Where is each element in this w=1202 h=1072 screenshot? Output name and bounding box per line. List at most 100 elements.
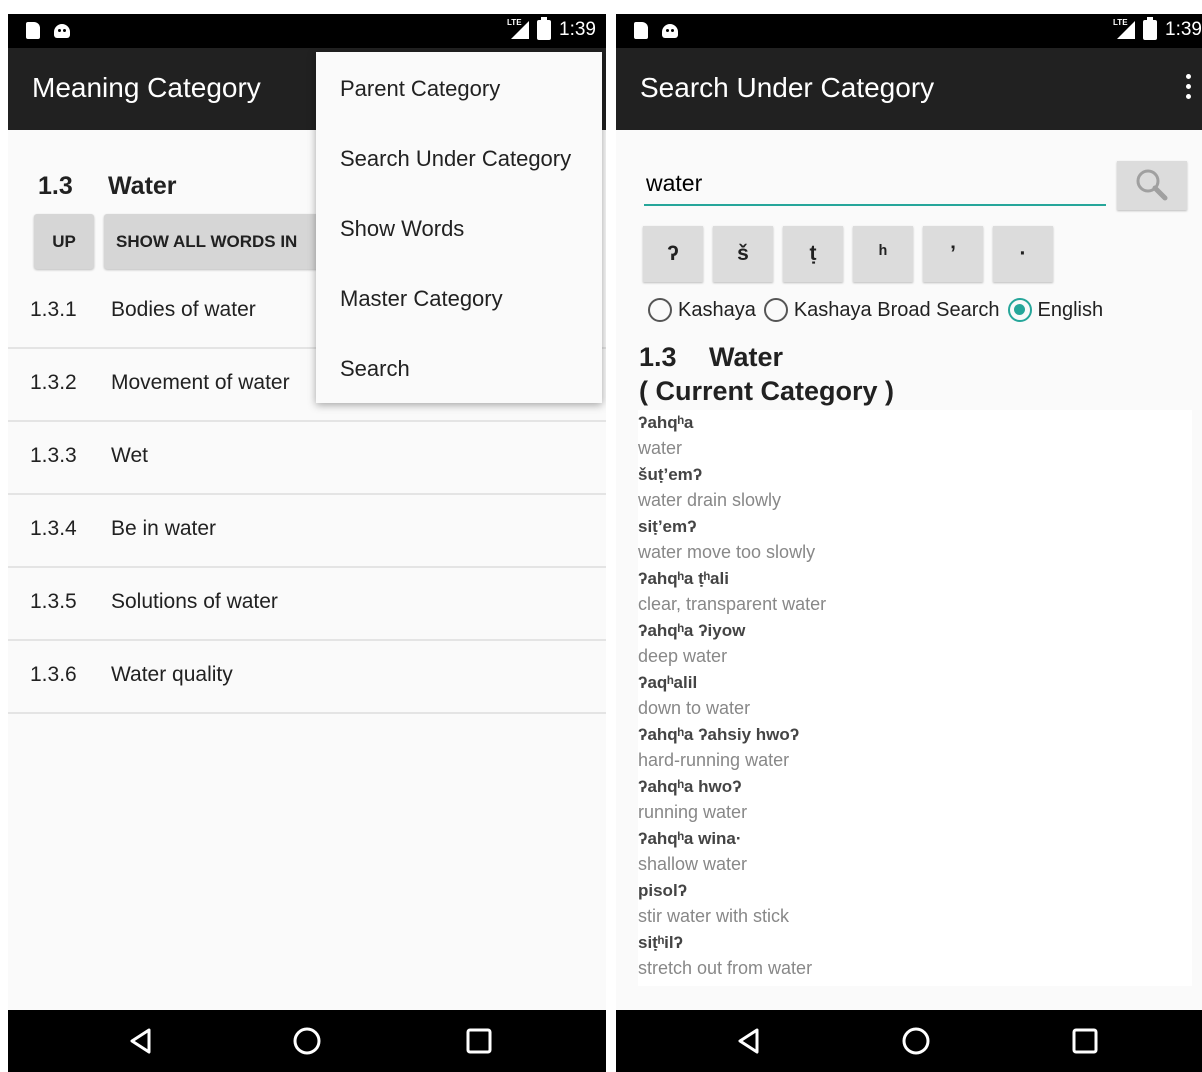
app-bar: Search Under Category: [616, 48, 1202, 130]
result-english-gloss: down to water: [638, 698, 751, 718]
result-entry[interactable]: ʔahqʰa hwoʔ running water: [638, 774, 1192, 826]
radio-label: Kashaya Broad Search: [793, 298, 1000, 321]
magnifier-icon: [1136, 169, 1168, 201]
list-item-number: 1.3.1: [30, 298, 77, 321]
result-kashaya-word: ʔahqʰa ʔahsiy hwoʔ: [638, 725, 800, 744]
back-icon[interactable]: [126, 1026, 156, 1056]
result-entry[interactable]: ʔahqʰa ʔiyow deep water: [638, 618, 1192, 670]
result-english-gloss: running water: [638, 802, 748, 822]
result-kashaya-word: ʔaqʰalil: [638, 673, 698, 692]
special-character-bar: ʔ š ṭ ʰ ’ ·: [643, 226, 1053, 282]
up-button[interactable]: UP: [34, 214, 94, 269]
category-name: Water: [709, 342, 784, 372]
menu-item-search-under-category[interactable]: Search Under Category: [316, 122, 602, 192]
result-kashaya-word: ʔahqʰa ʔiyow: [638, 621, 746, 640]
result-entry[interactable]: šuṭ’emʔ water drain slowly: [638, 462, 1192, 514]
sd-card-icon: [634, 22, 648, 39]
result-entry[interactable]: siṭʰilʔ stretch out from water: [638, 930, 1192, 982]
menu-item-show-words[interactable]: Show Words: [316, 192, 602, 262]
result-english-gloss: stretch out from water: [638, 958, 813, 978]
result-english-gloss: stir water with stick: [638, 906, 790, 926]
overflow-menu-icon[interactable]: [1182, 74, 1194, 104]
result-entry[interactable]: siṭ’emʔ water move too slowly: [638, 514, 1192, 566]
meaning-category-screen: LTE 1:39 Meaning Category 1.3 Water UP SH…: [8, 14, 606, 1072]
home-icon[interactable]: [292, 1026, 322, 1056]
category-number: 1.3: [38, 172, 73, 200]
list-item-label: Water quality: [111, 663, 233, 686]
back-icon[interactable]: [734, 1026, 764, 1056]
status-bar: LTE 1:39: [616, 14, 1202, 48]
app-bar-title: Search Under Category: [640, 72, 935, 103]
recents-icon[interactable]: [1070, 1026, 1100, 1056]
result-entry[interactable]: ʔahqʰa wina· shallow water: [638, 826, 1192, 878]
result-kashaya-word: ʔahqʰa ṭʰali: [638, 569, 729, 588]
result-kashaya-word: siṭ’emʔ: [638, 517, 697, 536]
list-item-number: 1.3.2: [30, 371, 77, 394]
result-entry[interactable]: ʔaqʰalil down to water: [638, 670, 1192, 722]
char-button-s-caron[interactable]: š: [713, 226, 773, 282]
navigation-bar: [616, 1010, 1202, 1072]
radio-kashaya-broad-search[interactable]: Kashaya Broad Search: [763, 298, 1000, 322]
list-item-number: 1.3.3: [30, 444, 77, 467]
char-button-glottal-stop[interactable]: ʔ: [643, 226, 703, 282]
radio-kashaya[interactable]: Kashaya: [648, 298, 756, 322]
category-name: Water: [108, 172, 177, 200]
char-button-aspiration[interactable]: ʰ: [853, 226, 913, 282]
recents-icon[interactable]: [464, 1026, 494, 1056]
char-button-length-dot[interactable]: ·: [993, 226, 1053, 282]
menu-item-parent-category[interactable]: Parent Category: [316, 52, 602, 122]
result-kashaya-word: ʔahqʰa: [638, 413, 694, 432]
result-kashaya-word: šuṭ’emʔ: [638, 465, 703, 484]
result-kashaya-word: pisolʔ: [638, 881, 688, 900]
sd-card-icon: [26, 22, 40, 39]
list-item-number: 1.3.5: [30, 590, 77, 613]
list-item-label: Bodies of water: [111, 298, 256, 321]
list-item[interactable]: 1.3.4 Be in water: [8, 495, 606, 568]
android-icon: [662, 24, 678, 38]
radio-label: Kashaya: [678, 298, 756, 321]
lte-signal-icon: LTE: [1113, 18, 1136, 39]
home-icon[interactable]: [901, 1026, 931, 1056]
status-time: 1:39: [1165, 19, 1202, 40]
menu-item-search[interactable]: Search: [316, 332, 602, 402]
radio-label: English: [1037, 298, 1104, 321]
lte-signal-icon: LTE: [507, 18, 530, 39]
char-button-apostrophe[interactable]: ’: [923, 226, 983, 282]
result-english-gloss: shallow water: [638, 854, 748, 874]
search-input[interactable]: [644, 162, 1106, 206]
result-entry[interactable]: ʔahqʰa ṭʰali clear, transparent water: [638, 566, 1192, 618]
result-english-gloss: water drain slowly: [638, 490, 782, 510]
menu-item-master-category[interactable]: Master Category: [316, 262, 602, 332]
radio-circle: [763, 298, 788, 322]
result-entry[interactable]: pisolʔ stir water with stick: [638, 878, 1192, 930]
current-category-heading: 1.3 Water ( Current Category ): [639, 340, 894, 408]
result-entry[interactable]: ʔahqʰa water: [638, 410, 1192, 462]
result-english-gloss: water: [638, 438, 683, 458]
category-number: 1.3: [639, 342, 677, 372]
list-item-number: 1.3.6: [30, 663, 77, 686]
navigation-bar: [8, 1010, 606, 1072]
list-item-label: Solutions of water: [111, 590, 278, 613]
list-item-label: Movement of water: [111, 371, 290, 394]
result-entry[interactable]: ʔahqʰa ʔahsiy hwoʔ hard-running water: [638, 722, 1192, 774]
result-english-gloss: clear, transparent water: [638, 594, 827, 614]
status-time: 1:39: [559, 19, 596, 40]
search-under-category-screen: LTE 1:39 Search Under Category ʔ š ṭ ʰ ’…: [616, 14, 1202, 1072]
result-english-gloss: hard-running water: [638, 750, 790, 770]
radio-english[interactable]: English: [1007, 298, 1104, 322]
android-icon: [54, 24, 70, 38]
char-button-t-dot[interactable]: ṭ: [783, 226, 843, 282]
result-english-gloss: deep water: [638, 646, 728, 666]
list-item-label: Wet: [111, 444, 148, 467]
results-list: ʔahqʰa water šuṭ’emʔ water drain slowly siṭ’…: [638, 410, 1192, 986]
search-button[interactable]: [1117, 161, 1187, 210]
category-heading: 1.3 Water: [38, 172, 177, 201]
overflow-menu: Parent Category Search Under Category Sh…: [316, 52, 602, 403]
app-bar-title: Meaning Category: [32, 72, 261, 103]
list-item[interactable]: 1.3.5 Solutions of water: [8, 568, 606, 641]
list-item-label: Be in water: [111, 517, 217, 540]
radio-circle: [648, 298, 672, 322]
list-item[interactable]: 1.3.6 Water quality: [8, 641, 606, 714]
battery-icon: [1143, 17, 1158, 40]
list-item[interactable]: 1.3.3 Wet: [8, 422, 606, 495]
